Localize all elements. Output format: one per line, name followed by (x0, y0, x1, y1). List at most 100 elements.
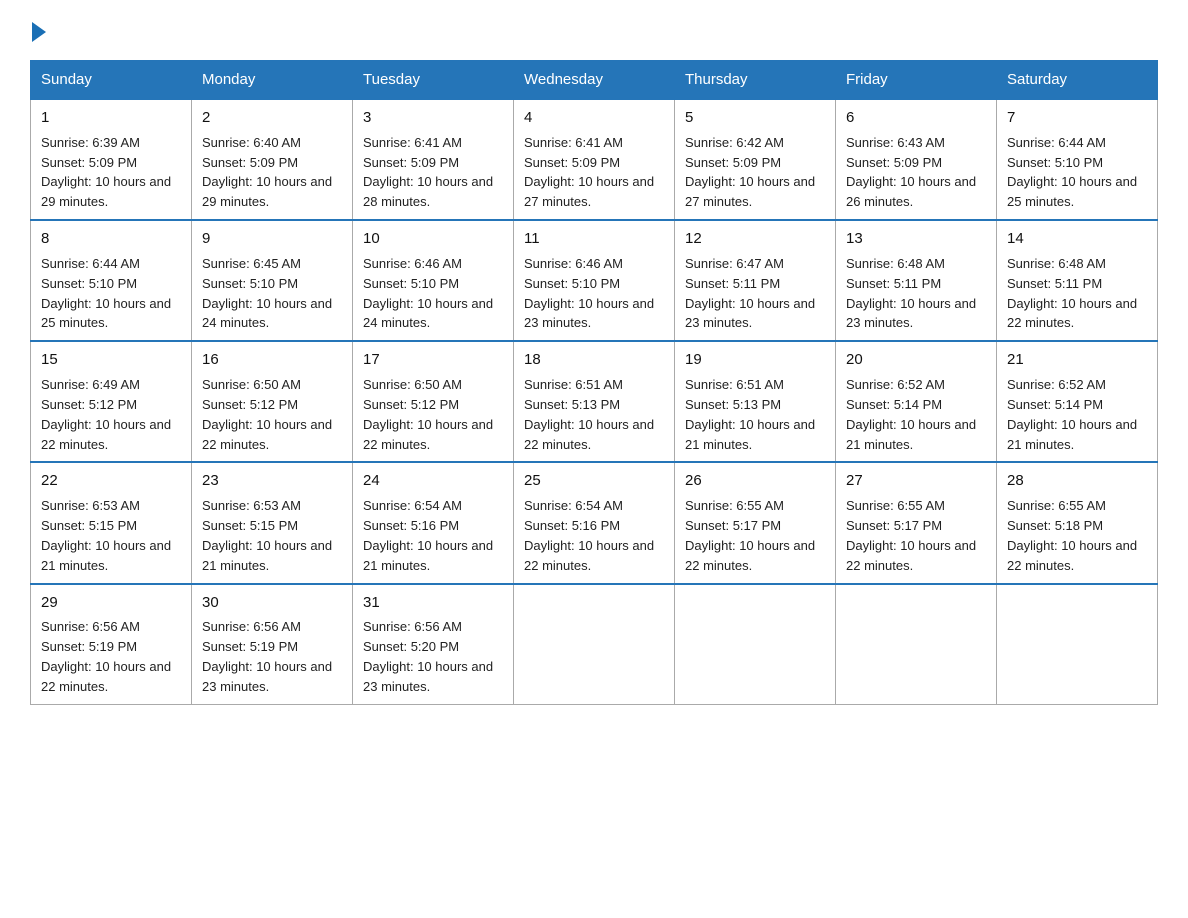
day-info: Sunrise: 6:44 AMSunset: 5:10 PMDaylight:… (41, 256, 171, 331)
day-info: Sunrise: 6:50 AMSunset: 5:12 PMDaylight:… (363, 377, 493, 452)
calendar-cell: 10 Sunrise: 6:46 AMSunset: 5:10 PMDayligh… (353, 220, 514, 341)
day-number: 20 (846, 349, 986, 371)
day-info: Sunrise: 6:46 AMSunset: 5:10 PMDaylight:… (363, 256, 493, 331)
calendar-cell: 8 Sunrise: 6:44 AMSunset: 5:10 PMDaylight… (31, 220, 192, 341)
day-info: Sunrise: 6:54 AMSunset: 5:16 PMDaylight:… (363, 498, 493, 573)
day-info: Sunrise: 6:55 AMSunset: 5:18 PMDaylight:… (1007, 498, 1137, 573)
day-number: 1 (41, 107, 181, 129)
day-number: 29 (41, 592, 181, 614)
calendar-cell: 26Sunrise: 6:55 AMSunset: 5:17 PMDayligh… (675, 462, 836, 583)
day-info: Sunrise: 6:46 AMSunset: 5:10 PMDaylight:… (524, 256, 654, 331)
day-info: Sunrise: 6:55 AMSunset: 5:17 PMDaylight:… (685, 498, 815, 573)
calendar-cell: 18Sunrise: 6:51 AMSunset: 5:13 PMDayligh… (514, 341, 675, 462)
calendar-cell: 24 Sunrise: 6:54 AMSunset: 5:16 PMDayligh… (353, 462, 514, 583)
day-number: 10 (363, 228, 503, 250)
day-info: Sunrise: 6:45 AMSunset: 5:10 PMDaylight:… (202, 256, 332, 331)
calendar-cell: 12 Sunrise: 6:47 AMSunset: 5:11 PMDayligh… (675, 220, 836, 341)
day-number: 30 (202, 592, 342, 614)
day-number: 15 (41, 349, 181, 371)
day-number: 28 (1007, 470, 1147, 492)
day-number: 19 (685, 349, 825, 371)
day-info: Sunrise: 6:56 AMSunset: 5:20 PMDaylight:… (363, 619, 493, 694)
calendar-cell: 14 Sunrise: 6:48 AMSunset: 5:11 PMDayligh… (997, 220, 1158, 341)
calendar-cell: 11 Sunrise: 6:46 AMSunset: 5:10 PMDayligh… (514, 220, 675, 341)
calendar-cell: 4 Sunrise: 6:41 AMSunset: 5:09 PMDaylight… (514, 99, 675, 220)
day-info: Sunrise: 6:55 AMSunset: 5:17 PMDaylight:… (846, 498, 976, 573)
day-info: Sunrise: 6:40 AMSunset: 5:09 PMDaylight:… (202, 135, 332, 210)
day-number: 2 (202, 107, 342, 129)
day-number: 22 (41, 470, 181, 492)
weekday-header: Tuesday (353, 61, 514, 100)
calendar-week-row: 8 Sunrise: 6:44 AMSunset: 5:10 PMDaylight… (31, 220, 1158, 341)
day-info: Sunrise: 6:52 AMSunset: 5:14 PMDaylight:… (846, 377, 976, 452)
day-info: Sunrise: 6:56 AMSunset: 5:19 PMDaylight:… (202, 619, 332, 694)
calendar-week-row: 22 Sunrise: 6:53 AMSunset: 5:15 PMDayligh… (31, 462, 1158, 583)
calendar-cell (836, 584, 997, 705)
calendar-cell: 3Sunrise: 6:41 AMSunset: 5:09 PMDaylight… (353, 99, 514, 220)
day-number: 6 (846, 107, 986, 129)
calendar-cell: 5Sunrise: 6:42 AMSunset: 5:09 PMDaylight… (675, 99, 836, 220)
calendar-cell: 6 Sunrise: 6:43 AMSunset: 5:09 PMDaylight… (836, 99, 997, 220)
calendar-cell: 29 Sunrise: 6:56 AMSunset: 5:19 PMDayligh… (31, 584, 192, 705)
day-info: Sunrise: 6:54 AMSunset: 5:16 PMDaylight:… (524, 498, 654, 573)
day-number: 14 (1007, 228, 1147, 250)
calendar-week-row: 15 Sunrise: 6:49 AMSunset: 5:12 PMDayligh… (31, 341, 1158, 462)
day-number: 24 (363, 470, 503, 492)
weekday-header: Sunday (31, 61, 192, 100)
day-number: 18 (524, 349, 664, 371)
day-number: 13 (846, 228, 986, 250)
page-header (30, 20, 1158, 42)
day-number: 12 (685, 228, 825, 250)
day-info: Sunrise: 6:44 AMSunset: 5:10 PMDaylight:… (1007, 135, 1137, 210)
day-info: Sunrise: 6:48 AMSunset: 5:11 PMDaylight:… (846, 256, 976, 331)
calendar-cell: 7 Sunrise: 6:44 AMSunset: 5:10 PMDaylight… (997, 99, 1158, 220)
day-info: Sunrise: 6:39 AMSunset: 5:09 PMDaylight:… (41, 135, 171, 210)
weekday-header: Friday (836, 61, 997, 100)
logo (30, 20, 46, 42)
day-number: 4 (524, 107, 664, 129)
day-number: 23 (202, 470, 342, 492)
day-number: 31 (363, 592, 503, 614)
calendar-cell: 16Sunrise: 6:50 AMSunset: 5:12 PMDayligh… (192, 341, 353, 462)
calendar-cell: 25 Sunrise: 6:54 AMSunset: 5:16 PMDayligh… (514, 462, 675, 583)
calendar-cell: 20 Sunrise: 6:52 AMSunset: 5:14 PMDayligh… (836, 341, 997, 462)
weekday-header: Saturday (997, 61, 1158, 100)
day-info: Sunrise: 6:53 AMSunset: 5:15 PMDaylight:… (202, 498, 332, 573)
day-info: Sunrise: 6:53 AMSunset: 5:15 PMDaylight:… (41, 498, 171, 573)
day-info: Sunrise: 6:41 AMSunset: 5:09 PMDaylight:… (524, 135, 654, 210)
calendar-cell: 23 Sunrise: 6:53 AMSunset: 5:15 PMDayligh… (192, 462, 353, 583)
calendar-cell: 28 Sunrise: 6:55 AMSunset: 5:18 PMDayligh… (997, 462, 1158, 583)
calendar-cell: 19 Sunrise: 6:51 AMSunset: 5:13 PMDayligh… (675, 341, 836, 462)
calendar-cell: 1 Sunrise: 6:39 AMSunset: 5:09 PMDaylight… (31, 99, 192, 220)
day-number: 8 (41, 228, 181, 250)
calendar-week-row: 1 Sunrise: 6:39 AMSunset: 5:09 PMDaylight… (31, 99, 1158, 220)
day-info: Sunrise: 6:49 AMSunset: 5:12 PMDaylight:… (41, 377, 171, 452)
weekday-header: Monday (192, 61, 353, 100)
calendar-cell: 30 Sunrise: 6:56 AMSunset: 5:19 PMDayligh… (192, 584, 353, 705)
day-number: 25 (524, 470, 664, 492)
day-info: Sunrise: 6:47 AMSunset: 5:11 PMDaylight:… (685, 256, 815, 331)
day-number: 7 (1007, 107, 1147, 129)
day-info: Sunrise: 6:48 AMSunset: 5:11 PMDaylight:… (1007, 256, 1137, 331)
calendar-cell: 9 Sunrise: 6:45 AMSunset: 5:10 PMDaylight… (192, 220, 353, 341)
calendar-cell (997, 584, 1158, 705)
calendar-cell: 31 Sunrise: 6:56 AMSunset: 5:20 PMDayligh… (353, 584, 514, 705)
calendar-cell: 22 Sunrise: 6:53 AMSunset: 5:15 PMDayligh… (31, 462, 192, 583)
calendar-cell: 21Sunrise: 6:52 AMSunset: 5:14 PMDayligh… (997, 341, 1158, 462)
day-number: 17 (363, 349, 503, 371)
calendar-week-row: 29 Sunrise: 6:56 AMSunset: 5:19 PMDayligh… (31, 584, 1158, 705)
calendar-cell (514, 584, 675, 705)
day-info: Sunrise: 6:43 AMSunset: 5:09 PMDaylight:… (846, 135, 976, 210)
day-number: 11 (524, 228, 664, 250)
day-number: 21 (1007, 349, 1147, 371)
calendar-cell: 15 Sunrise: 6:49 AMSunset: 5:12 PMDayligh… (31, 341, 192, 462)
day-number: 9 (202, 228, 342, 250)
weekday-header: Wednesday (514, 61, 675, 100)
day-info: Sunrise: 6:42 AMSunset: 5:09 PMDaylight:… (685, 135, 815, 210)
day-info: Sunrise: 6:56 AMSunset: 5:19 PMDaylight:… (41, 619, 171, 694)
weekday-header: Thursday (675, 61, 836, 100)
day-info: Sunrise: 6:50 AMSunset: 5:12 PMDaylight:… (202, 377, 332, 452)
calendar-cell: 13 Sunrise: 6:48 AMSunset: 5:11 PMDayligh… (836, 220, 997, 341)
day-number: 3 (363, 107, 503, 129)
day-info: Sunrise: 6:51 AMSunset: 5:13 PMDaylight:… (685, 377, 815, 452)
